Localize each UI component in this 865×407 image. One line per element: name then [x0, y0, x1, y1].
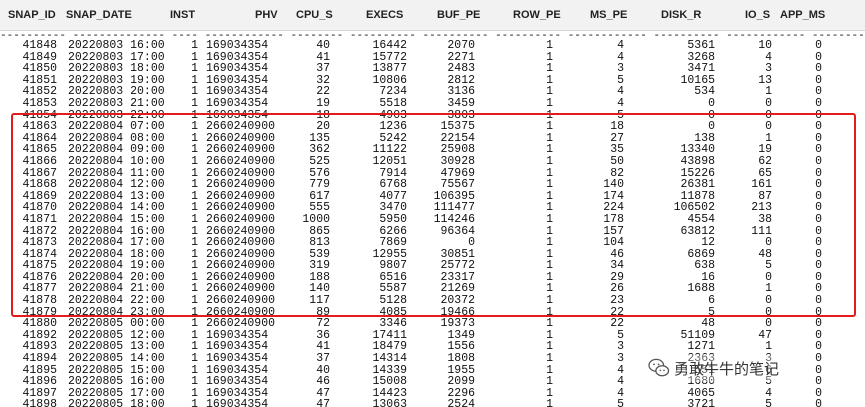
col-header-app-ms[interactable]: APP_MS [780, 0, 825, 30]
cell-ms-pe: 5 [617, 398, 624, 407]
table-header: SNAP_ID SNAP_DATE INST PHV CPU_S EXECS B… [0, 0, 865, 31]
cell-io-s: 5 [765, 398, 772, 407]
cell-cpu-s: 37 [316, 352, 330, 366]
cell-app-ms: 0 [815, 352, 822, 366]
table-row[interactable]: 41898 20220805 18:00 1 169034354 47 13063 2524… [0, 399, 865, 407]
col-header-cpu-s[interactable]: CPU_S [296, 0, 333, 30]
cell-execs: 16442 [372, 40, 407, 52]
col-header-io-s[interactable]: IO_S [745, 0, 770, 30]
cell-execs: 13063 [372, 398, 407, 407]
cell-buf-pe: 3459 [447, 96, 475, 110]
cell-app-ms: 0 [815, 40, 822, 52]
cell-snap-date: 20220803 21:00 [68, 96, 165, 110]
cell-io-s: 0 [765, 96, 772, 110]
cell-row-pe: 1 [546, 40, 553, 52]
cell-snap-date: 20220805 14:00 [68, 352, 165, 366]
cell-snap-date: 20220803 16:00 [68, 40, 165, 52]
table-row[interactable]: 41853 20220803 21:00 1 169034354 19 5518 3459 1… [0, 98, 865, 110]
cell-app-ms: 0 [815, 398, 822, 407]
cell-phv: 169034354 [206, 40, 269, 52]
cell-snap-date: 20220805 18:00 [68, 398, 165, 407]
col-header-row-pe[interactable]: ROW_PE [513, 0, 561, 30]
cell-row-pe: 1 [546, 398, 553, 407]
col-header-disk-r[interactable]: DISK_R [661, 0, 701, 30]
watermark: 勇敢牛牛的笔记 [648, 354, 780, 382]
cell-snap-id: 41894 [22, 352, 57, 366]
cell-inst: 1 [191, 398, 198, 407]
col-header-snap-date[interactable]: SNAP_DATE [66, 0, 132, 30]
cell-buf-pe: 2070 [447, 40, 475, 52]
watermark-text: 勇敢牛牛的笔记 [674, 359, 780, 378]
cell-ms-pe: 3 [617, 352, 624, 366]
cell-disk-r: 5361 [687, 40, 715, 52]
cell-disk-r: 3721 [687, 398, 715, 407]
cell-io-s: 10 [758, 40, 772, 52]
cell-buf-pe: 2524 [447, 398, 475, 407]
highlight-box [11, 113, 856, 317]
cell-row-pe: 1 [546, 352, 553, 366]
col-header-buf-pe[interactable]: BUF_PE [437, 0, 480, 30]
cell-row-pe: 1 [546, 96, 553, 110]
col-header-execs[interactable]: EXECS [366, 0, 403, 30]
cell-ms-pe: 4 [617, 40, 624, 52]
cell-ms-pe: 4 [617, 96, 624, 110]
cell-execs: 14314 [372, 352, 407, 366]
cell-phv: 169034354 [206, 352, 269, 366]
col-header-phv[interactable]: PHV [255, 0, 278, 30]
cell-cpu-s: 19 [316, 96, 330, 110]
col-header-ms-pe[interactable]: MS_PE [590, 0, 627, 30]
col-header-inst[interactable]: INST [170, 0, 195, 30]
cell-inst: 1 [191, 40, 198, 52]
cell-phv: 169034354 [206, 96, 269, 110]
cell-snap-id: 41848 [22, 40, 57, 52]
cell-inst: 1 [191, 96, 198, 110]
cell-inst: 1 [191, 352, 198, 366]
cell-disk-r: 0 [708, 96, 715, 110]
cell-execs: 5518 [379, 96, 407, 110]
cell-app-ms: 0 [815, 96, 822, 110]
col-header-snap-id[interactable]: SNAP_ID [8, 0, 56, 30]
table-row[interactable]: 41848 20220803 16:00 1 169034354 40 16442 2070… [0, 40, 865, 52]
cell-buf-pe: 1808 [447, 352, 475, 366]
wechat-icon [648, 358, 670, 377]
cell-snap-id: 41853 [22, 96, 57, 110]
cell-phv: 169034354 [206, 398, 269, 407]
cell-cpu-s: 40 [316, 40, 330, 52]
cell-snap-id: 41898 [22, 398, 57, 407]
cell-cpu-s: 47 [316, 398, 330, 407]
